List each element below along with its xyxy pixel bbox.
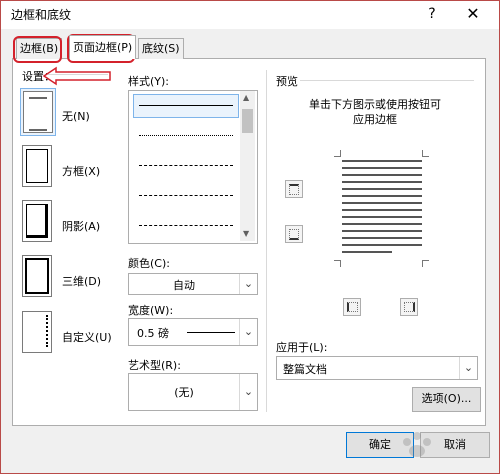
chevron-down-icon: ⌄ — [239, 274, 257, 294]
corner-mark — [334, 150, 341, 157]
top-border-button[interactable] — [285, 180, 303, 198]
scroll-thumb[interactable] — [242, 109, 253, 133]
preset-none-label: 无(N) — [62, 110, 90, 123]
preset-3d-label: 三维(D) — [62, 275, 102, 288]
width-line-sample — [187, 332, 235, 333]
corner-mark — [422, 150, 429, 157]
apply-to-label: 应用于(L): — [276, 341, 328, 354]
help-button[interactable]: ? — [422, 4, 442, 24]
watermark-logo-icon — [403, 432, 431, 457]
width-label: 宽度(W): — [128, 304, 174, 317]
chevron-down-icon: ⌄ — [239, 374, 257, 410]
divider — [266, 70, 267, 412]
preview-text-lines — [342, 160, 422, 260]
apply-to-select[interactable]: 整篇文档 ⌄ — [276, 356, 478, 380]
close-button[interactable]: ✕ — [463, 4, 483, 24]
apply-to-value: 整篇文档 — [283, 363, 327, 376]
color-select[interactable]: 自动 ⌄ — [128, 273, 258, 295]
preview-hint: 单击下方图示或使用按钮可 — [309, 98, 441, 111]
chevron-down-icon: ⌄ — [459, 357, 477, 379]
chevron-down-icon: ⌄ — [239, 319, 257, 345]
options-button[interactable]: 选项(O)... — [412, 387, 481, 412]
right-border-button[interactable] — [400, 298, 418, 316]
arrow-annotation — [42, 66, 111, 86]
corner-mark — [334, 260, 341, 267]
line-style-dotted[interactable] — [139, 135, 233, 136]
tab-page-border[interactable]: 页面边框(P) — [69, 35, 137, 59]
preview-page[interactable] — [334, 150, 430, 268]
custom-preset-icon[interactable] — [22, 311, 52, 353]
line-style-dash-dot[interactable] — [139, 225, 233, 226]
corner-mark — [422, 260, 429, 267]
width-value: 0.5 磅 — [137, 327, 169, 340]
scroll-down-icon[interactable]: ▼ — [243, 229, 249, 238]
color-value: 自动 — [173, 279, 195, 292]
scrollbar[interactable]: ▲ ▼ — [240, 91, 255, 241]
3d-preset-icon[interactable] — [22, 255, 52, 297]
scroll-up-icon[interactable]: ▲ — [243, 93, 249, 102]
preset-custom-label: 自定义(U) — [62, 331, 112, 344]
art-select[interactable]: (无) ⌄ — [128, 373, 258, 411]
preset-none-icon — [23, 91, 53, 133]
bottom-border-button[interactable] — [285, 225, 303, 243]
style-label: 样式(Y): — [128, 75, 170, 88]
divider — [300, 80, 474, 81]
dialog-title: 边框和底纹 — [11, 8, 72, 22]
selected-style — [133, 94, 239, 118]
line-style-dashed[interactable] — [139, 165, 233, 166]
preset-shadow-label: 阴影(A) — [62, 220, 101, 233]
preview-label: 预览 — [276, 75, 298, 88]
highlight-ring — [13, 36, 62, 63]
tab-shading[interactable]: 底纹(S) — [138, 38, 184, 59]
width-select[interactable]: 0.5 磅 ⌄ — [128, 318, 258, 346]
box-preset-icon[interactable] — [22, 145, 52, 187]
art-value: (无) — [174, 386, 194, 399]
preset-none[interactable] — [20, 88, 56, 136]
shadow-preset-icon[interactable] — [22, 200, 52, 242]
left-border-button[interactable] — [343, 298, 361, 316]
preset-box-label: 方框(X) — [62, 165, 101, 178]
line-style-long-dash[interactable] — [139, 195, 233, 196]
preview-hint: 应用边框 — [353, 113, 397, 126]
art-label: 艺术型(R): — [128, 359, 181, 372]
color-label: 颜色(C): — [128, 257, 170, 270]
